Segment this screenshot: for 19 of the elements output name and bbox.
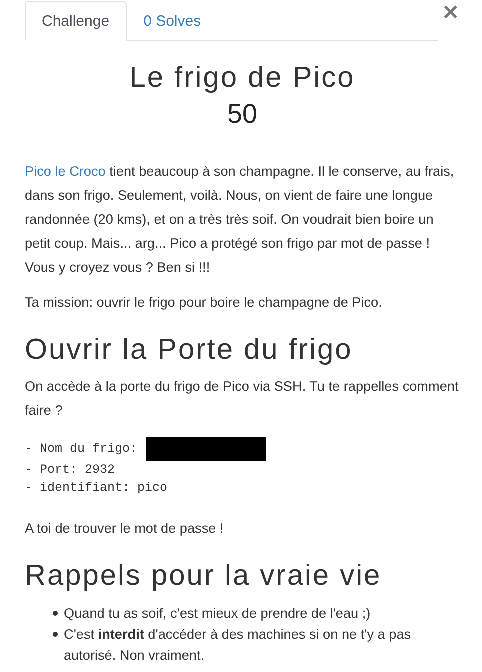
points-value: 50: [226, 98, 259, 130]
password-hint-text: A toi de trouver le mot de passe !: [25, 520, 225, 538]
author-link[interactable]: Pico le Croco: [25, 164, 106, 179]
code-line: - Port: 2932: [25, 462, 116, 479]
challenge-title: Le frigo de Pico: [128, 61, 356, 96]
close-button[interactable]: ×: [438, 0, 460, 26]
tab[interactable]: 0 Solves: [126, 1, 218, 41]
code-line: - Nom du frigo:: [25, 441, 138, 458]
section-heading: Ouvrir la Porte du frigo: [25, 333, 354, 368]
bullet-icon: [53, 632, 58, 637]
list-item-text: C'est interdit d'accéder à des machines si on ne t'y a pas autorisé. Non vraiment.: [64, 626, 412, 665]
bullet-icon: [53, 611, 58, 616]
code-line: - identifiant: pico: [25, 480, 168, 497]
ssh-paragraph: On accède à la porte du frigo de Pico via SSH. Tu te rappelles comment faire ?: [25, 378, 460, 420]
tab[interactable]: Challenge: [25, 1, 127, 41]
mission-text: Ta mission: ouvrir le frigo pour boire le champagne de Pico.: [25, 294, 384, 312]
list-item-text: Quand tu as soif, c'est mieux de prendre de l'eau ;): [64, 605, 371, 623]
intro-paragraph: Pico le Croco tient beaucoup à son champagne. Il le conserve, au frais, dans son frigo. Seulement, voilà. Nous, on vient de faire une longue randonnée (20 kms), et on a très très soif. On voudrait bien boire un petit coup. Mais... arg... Pico a protégé son frigo par mot de passe ! Vous y croyez vous ? Ben si !!!: [25, 163, 456, 277]
section-heading: Rappels pour la vraie vie: [25, 559, 383, 594]
